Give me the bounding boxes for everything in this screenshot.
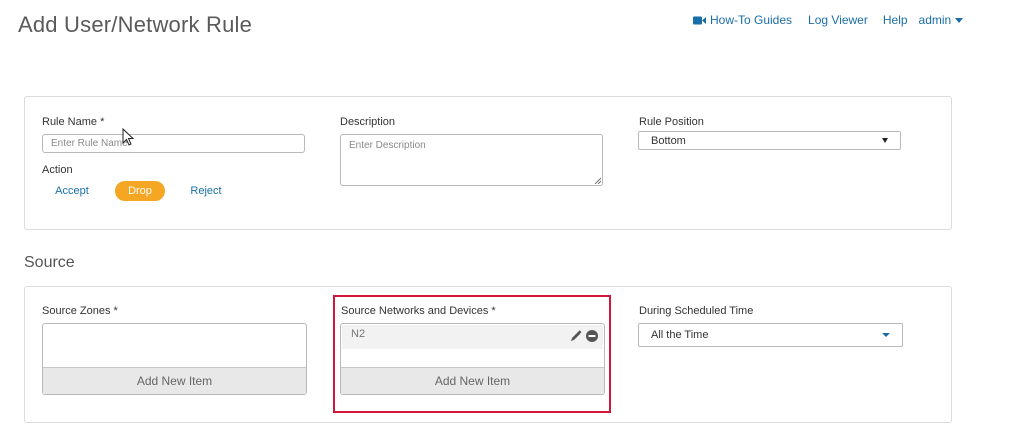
- schedule-value: All the Time: [651, 329, 709, 341]
- source-zones-label: Source Zones *: [42, 305, 118, 317]
- action-label: Action: [42, 164, 73, 176]
- user-name: admin: [918, 13, 952, 27]
- schedule-select[interactable]: All the Time: [638, 323, 903, 347]
- source-section-title: Source: [24, 254, 75, 271]
- item-actions: [570, 330, 598, 342]
- how-to-guides-label: How-To Guides: [710, 13, 793, 27]
- user-menu[interactable]: admin: [919, 13, 964, 27]
- action-reject-option[interactable]: Reject: [184, 181, 228, 201]
- pencil-icon[interactable]: [570, 330, 582, 342]
- action-accept-option[interactable]: Accept: [50, 181, 94, 201]
- network-item-name: N2: [351, 328, 366, 340]
- chevron-down-icon: [882, 138, 888, 143]
- rule-position-select[interactable]: Bottom: [638, 131, 901, 150]
- schedule-label: During Scheduled Time: [639, 305, 754, 317]
- rule-position-label: Rule Position: [639, 116, 704, 128]
- help-link[interactable]: Help: [883, 13, 908, 27]
- page-title: Add User/Network Rule: [18, 12, 253, 37]
- how-to-guides-link[interactable]: How-To Guides: [693, 13, 792, 27]
- source-zones-add-button[interactable]: Add New Item: [43, 367, 306, 394]
- rule-position-value: Bottom: [651, 134, 686, 147]
- rule-name-label: Rule Name *: [42, 116, 105, 128]
- camera-icon: [693, 16, 706, 24]
- chevron-down-icon: [955, 18, 964, 23]
- description-field[interactable]: [340, 134, 603, 186]
- log-viewer-link[interactable]: Log Viewer: [808, 13, 868, 27]
- resize-grip-icon[interactable]: [594, 177, 601, 184]
- remove-icon[interactable]: [586, 330, 598, 342]
- list-item[interactable]: N2: [342, 325, 603, 349]
- rule-name-input[interactable]: [42, 134, 305, 153]
- top-navigation: How-To Guides Log Viewer Help admin: [693, 13, 964, 27]
- chevron-down-icon: [882, 333, 890, 337]
- description-label: Description: [340, 116, 396, 128]
- action-drop-option[interactable]: Drop: [115, 181, 165, 201]
- source-networks-label: Source Networks and Devices *: [341, 305, 496, 317]
- source-networks-list: N2 Add New Item: [340, 323, 605, 395]
- source-networks-add-button[interactable]: Add New Item: [341, 367, 604, 394]
- mouse-cursor-icon: [122, 128, 134, 146]
- source-zones-list[interactable]: Add New Item: [42, 323, 307, 395]
